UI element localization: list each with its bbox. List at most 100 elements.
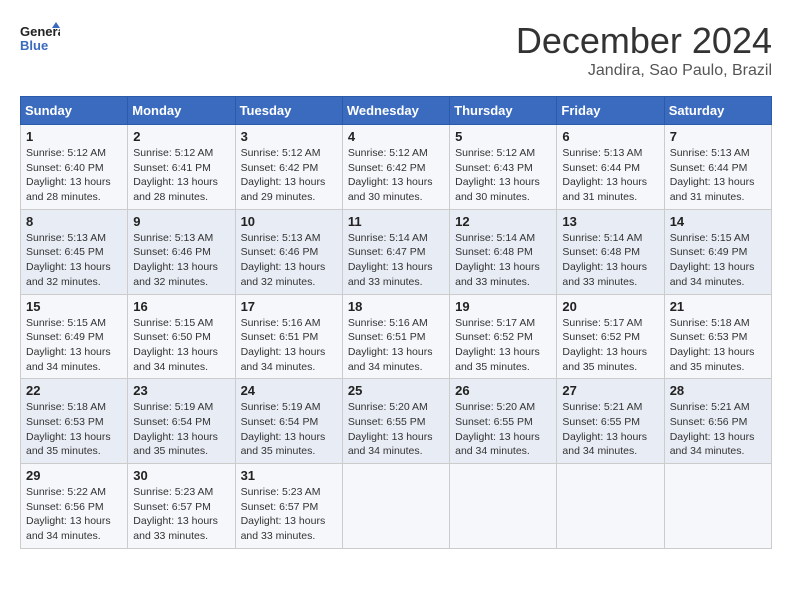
calendar-cell: 7 Sunrise: 5:13 AM Sunset: 6:44 PM Dayli… [664, 125, 771, 210]
calendar-cell: 18 Sunrise: 5:16 AM Sunset: 6:51 PM Dayl… [342, 294, 449, 379]
day-of-week-header: Saturday [664, 97, 771, 125]
logo: General Blue [20, 20, 60, 56]
day-of-week-header: Friday [557, 97, 664, 125]
day-number: 23 [133, 383, 229, 398]
day-number: 25 [348, 383, 444, 398]
calendar-cell: 21 Sunrise: 5:18 AM Sunset: 6:53 PM Dayl… [664, 294, 771, 379]
month-year: December 2024 [516, 20, 772, 62]
day-info: Sunrise: 5:16 AM Sunset: 6:51 PM Dayligh… [241, 316, 337, 375]
calendar-week-row: 15 Sunrise: 5:15 AM Sunset: 6:49 PM Dayl… [21, 294, 772, 379]
calendar-cell: 5 Sunrise: 5:12 AM Sunset: 6:43 PM Dayli… [450, 125, 557, 210]
calendar-table: SundayMondayTuesdayWednesdayThursdayFrid… [20, 96, 772, 549]
day-number: 31 [241, 468, 337, 483]
svg-text:Blue: Blue [20, 38, 48, 53]
calendar-cell: 30 Sunrise: 5:23 AM Sunset: 6:57 PM Dayl… [128, 464, 235, 549]
day-number: 16 [133, 299, 229, 314]
day-number: 28 [670, 383, 766, 398]
calendar-cell: 25 Sunrise: 5:20 AM Sunset: 6:55 PM Dayl… [342, 379, 449, 464]
location: Jandira, Sao Paulo, Brazil [516, 62, 772, 80]
day-number: 9 [133, 214, 229, 229]
day-number: 22 [26, 383, 122, 398]
day-info: Sunrise: 5:14 AM Sunset: 6:47 PM Dayligh… [348, 231, 444, 290]
calendar-cell: 12 Sunrise: 5:14 AM Sunset: 6:48 PM Dayl… [450, 209, 557, 294]
day-info: Sunrise: 5:20 AM Sunset: 6:55 PM Dayligh… [455, 400, 551, 459]
calendar-header-row: SundayMondayTuesdayWednesdayThursdayFrid… [21, 97, 772, 125]
day-of-week-header: Wednesday [342, 97, 449, 125]
calendar-week-row: 1 Sunrise: 5:12 AM Sunset: 6:40 PM Dayli… [21, 125, 772, 210]
day-number: 5 [455, 129, 551, 144]
day-number: 26 [455, 383, 551, 398]
day-of-week-header: Thursday [450, 97, 557, 125]
day-info: Sunrise: 5:17 AM Sunset: 6:52 PM Dayligh… [562, 316, 658, 375]
day-info: Sunrise: 5:13 AM Sunset: 6:44 PM Dayligh… [670, 146, 766, 205]
calendar-cell: 1 Sunrise: 5:12 AM Sunset: 6:40 PM Dayli… [21, 125, 128, 210]
calendar-cell: 17 Sunrise: 5:16 AM Sunset: 6:51 PM Dayl… [235, 294, 342, 379]
day-number: 4 [348, 129, 444, 144]
day-number: 29 [26, 468, 122, 483]
day-info: Sunrise: 5:16 AM Sunset: 6:51 PM Dayligh… [348, 316, 444, 375]
calendar-cell: 19 Sunrise: 5:17 AM Sunset: 6:52 PM Dayl… [450, 294, 557, 379]
day-info: Sunrise: 5:12 AM Sunset: 6:43 PM Dayligh… [455, 146, 551, 205]
calendar-cell: 24 Sunrise: 5:19 AM Sunset: 6:54 PM Dayl… [235, 379, 342, 464]
calendar-cell: 23 Sunrise: 5:19 AM Sunset: 6:54 PM Dayl… [128, 379, 235, 464]
day-number: 21 [670, 299, 766, 314]
day-number: 7 [670, 129, 766, 144]
day-number: 17 [241, 299, 337, 314]
day-number: 20 [562, 299, 658, 314]
calendar-cell: 10 Sunrise: 5:13 AM Sunset: 6:46 PM Dayl… [235, 209, 342, 294]
day-info: Sunrise: 5:12 AM Sunset: 6:42 PM Dayligh… [348, 146, 444, 205]
calendar-week-row: 22 Sunrise: 5:18 AM Sunset: 6:53 PM Dayl… [21, 379, 772, 464]
day-info: Sunrise: 5:22 AM Sunset: 6:56 PM Dayligh… [26, 485, 122, 544]
day-info: Sunrise: 5:13 AM Sunset: 6:45 PM Dayligh… [26, 231, 122, 290]
day-number: 18 [348, 299, 444, 314]
day-info: Sunrise: 5:15 AM Sunset: 6:49 PM Dayligh… [670, 231, 766, 290]
calendar-cell: 29 Sunrise: 5:22 AM Sunset: 6:56 PM Dayl… [21, 464, 128, 549]
day-number: 15 [26, 299, 122, 314]
calendar-cell: 15 Sunrise: 5:15 AM Sunset: 6:49 PM Dayl… [21, 294, 128, 379]
day-number: 1 [26, 129, 122, 144]
day-info: Sunrise: 5:20 AM Sunset: 6:55 PM Dayligh… [348, 400, 444, 459]
day-number: 19 [455, 299, 551, 314]
calendar-cell: 26 Sunrise: 5:20 AM Sunset: 6:55 PM Dayl… [450, 379, 557, 464]
calendar-cell: 22 Sunrise: 5:18 AM Sunset: 6:53 PM Dayl… [21, 379, 128, 464]
day-number: 24 [241, 383, 337, 398]
calendar-cell [557, 464, 664, 549]
day-info: Sunrise: 5:13 AM Sunset: 6:46 PM Dayligh… [133, 231, 229, 290]
day-info: Sunrise: 5:14 AM Sunset: 6:48 PM Dayligh… [562, 231, 658, 290]
day-info: Sunrise: 5:18 AM Sunset: 6:53 PM Dayligh… [670, 316, 766, 375]
day-info: Sunrise: 5:12 AM Sunset: 6:41 PM Dayligh… [133, 146, 229, 205]
day-number: 8 [26, 214, 122, 229]
calendar-cell: 4 Sunrise: 5:12 AM Sunset: 6:42 PM Dayli… [342, 125, 449, 210]
day-info: Sunrise: 5:23 AM Sunset: 6:57 PM Dayligh… [241, 485, 337, 544]
day-number: 11 [348, 214, 444, 229]
calendar-cell: 20 Sunrise: 5:17 AM Sunset: 6:52 PM Dayl… [557, 294, 664, 379]
calendar-cell: 11 Sunrise: 5:14 AM Sunset: 6:47 PM Dayl… [342, 209, 449, 294]
calendar-cell: 13 Sunrise: 5:14 AM Sunset: 6:48 PM Dayl… [557, 209, 664, 294]
calendar-cell: 31 Sunrise: 5:23 AM Sunset: 6:57 PM Dayl… [235, 464, 342, 549]
calendar-week-row: 8 Sunrise: 5:13 AM Sunset: 6:45 PM Dayli… [21, 209, 772, 294]
day-info: Sunrise: 5:21 AM Sunset: 6:56 PM Dayligh… [670, 400, 766, 459]
calendar-cell: 27 Sunrise: 5:21 AM Sunset: 6:55 PM Dayl… [557, 379, 664, 464]
day-number: 2 [133, 129, 229, 144]
day-number: 14 [670, 214, 766, 229]
calendar-cell: 16 Sunrise: 5:15 AM Sunset: 6:50 PM Dayl… [128, 294, 235, 379]
calendar-cell [664, 464, 771, 549]
day-number: 13 [562, 214, 658, 229]
day-info: Sunrise: 5:12 AM Sunset: 6:40 PM Dayligh… [26, 146, 122, 205]
day-info: Sunrise: 5:13 AM Sunset: 6:46 PM Dayligh… [241, 231, 337, 290]
day-info: Sunrise: 5:19 AM Sunset: 6:54 PM Dayligh… [241, 400, 337, 459]
calendar-cell: 6 Sunrise: 5:13 AM Sunset: 6:44 PM Dayli… [557, 125, 664, 210]
day-info: Sunrise: 5:18 AM Sunset: 6:53 PM Dayligh… [26, 400, 122, 459]
day-of-week-header: Sunday [21, 97, 128, 125]
day-number: 30 [133, 468, 229, 483]
calendar-cell: 2 Sunrise: 5:12 AM Sunset: 6:41 PM Dayli… [128, 125, 235, 210]
calendar-cell: 14 Sunrise: 5:15 AM Sunset: 6:49 PM Dayl… [664, 209, 771, 294]
title-block: December 2024 Jandira, Sao Paulo, Brazil [516, 20, 772, 80]
day-info: Sunrise: 5:12 AM Sunset: 6:42 PM Dayligh… [241, 146, 337, 205]
day-info: Sunrise: 5:14 AM Sunset: 6:48 PM Dayligh… [455, 231, 551, 290]
day-number: 27 [562, 383, 658, 398]
calendar-cell: 3 Sunrise: 5:12 AM Sunset: 6:42 PM Dayli… [235, 125, 342, 210]
calendar-cell [450, 464, 557, 549]
calendar-cell [342, 464, 449, 549]
logo-icon: General Blue [20, 20, 60, 56]
